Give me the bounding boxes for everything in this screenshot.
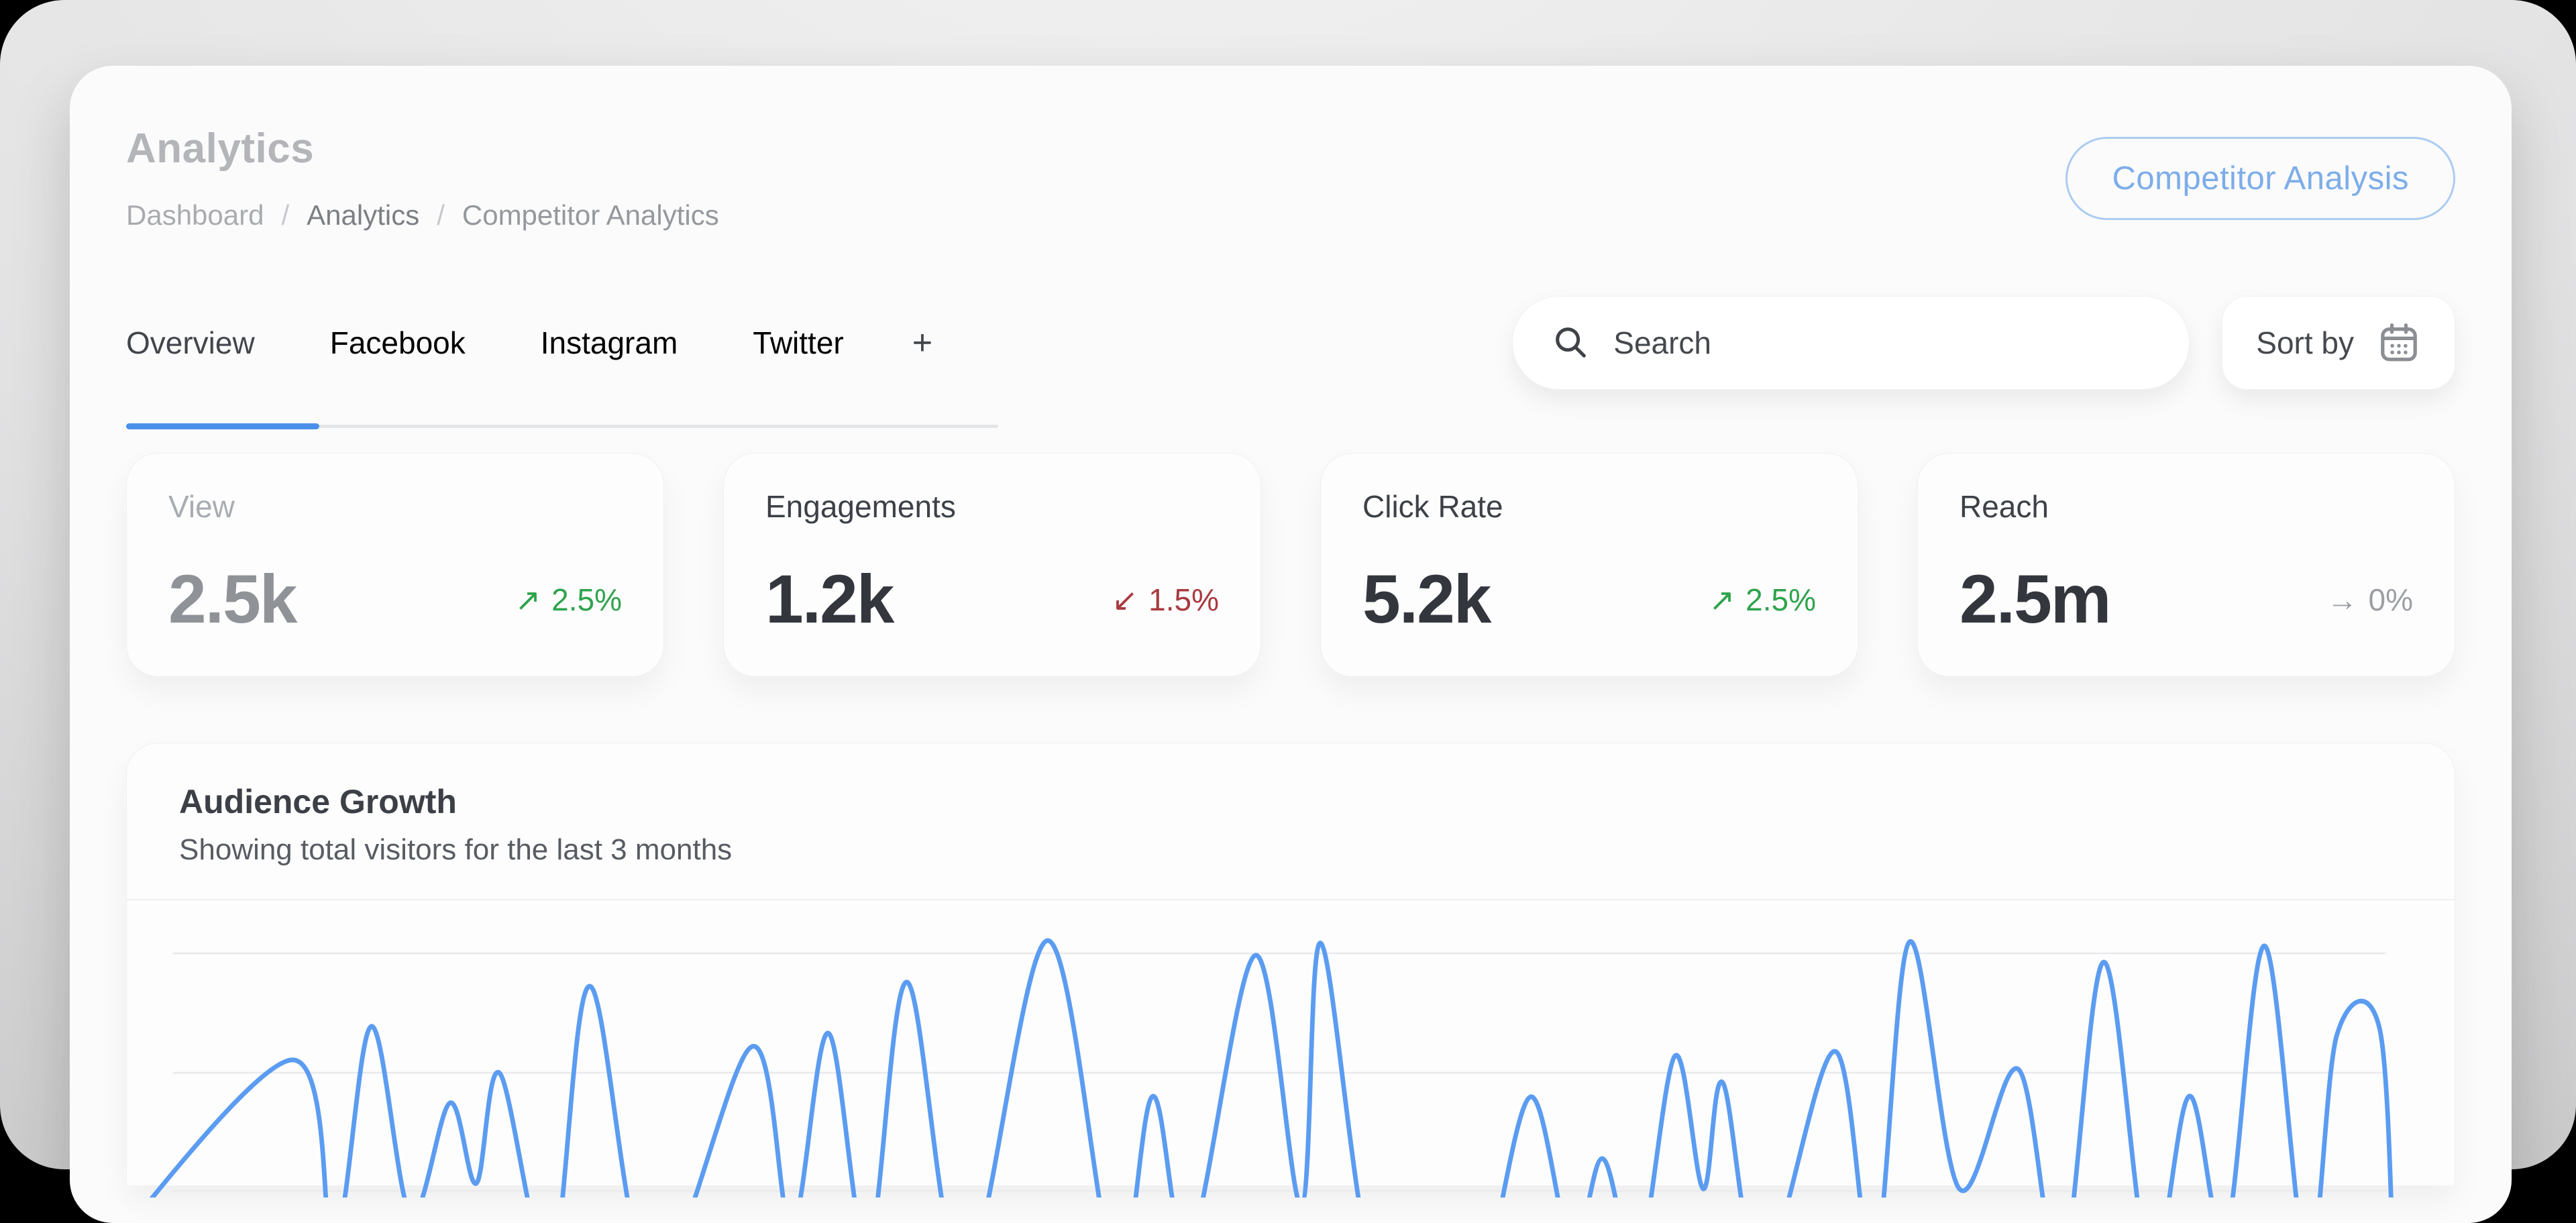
page-title: Analytics xyxy=(126,125,719,172)
breadcrumb-separator: / xyxy=(437,199,445,231)
chart-line xyxy=(127,941,2394,1198)
trend-arrow-flat-icon: → xyxy=(2327,582,2358,618)
competitor-analysis-button[interactable]: Competitor Analysis xyxy=(2065,137,2455,220)
stat-label: View xyxy=(168,488,622,525)
tab-facebook[interactable]: Facebook xyxy=(330,325,466,361)
stat-bottom-row: 5.2k ↗ 2.5% xyxy=(1362,560,1816,639)
stat-bottom-row: 1.2k ↙ 1.5% xyxy=(765,560,1219,639)
desktop-background: Analytics Dashboard / Analytics / Competitor… xyxy=(0,0,2576,1169)
app-content: Analytics Dashboard / Analytics / Competitor… xyxy=(70,66,2512,1223)
breadcrumb-item-competitor-analytics[interactable]: Competitor Analytics xyxy=(462,199,719,231)
trend-arrow-up-icon: ↗ xyxy=(515,582,541,618)
tab-twitter[interactable]: Twitter xyxy=(753,325,843,361)
calendar-icon xyxy=(2377,321,2421,365)
breadcrumb-separator: / xyxy=(281,199,289,231)
stat-value: 1.2k xyxy=(765,560,894,639)
search-icon xyxy=(1552,323,1591,362)
app-window: Analytics Dashboard / Analytics / Competitor… xyxy=(70,66,2512,1223)
stat-bottom-row: 2.5m → 0% xyxy=(1960,560,2413,639)
tab-underline-track xyxy=(126,425,998,428)
stat-delta-value: 1.5% xyxy=(1148,582,1219,618)
page-header: Analytics Dashboard / Analytics / Competitor… xyxy=(126,125,2455,231)
stat-delta-value: 2.5% xyxy=(1746,582,1816,618)
stat-card-reach[interactable]: Reach 2.5m → 0% xyxy=(1917,453,2455,677)
search-input[interactable] xyxy=(1613,325,2150,361)
stat-label: Reach xyxy=(1960,488,2413,525)
stat-card-view[interactable]: View 2.5k ↗ 2.5% xyxy=(126,453,664,677)
stat-delta: → 0% xyxy=(2327,582,2413,618)
stat-delta-value: 2.5% xyxy=(551,582,622,618)
breadcrumb-item-dashboard[interactable]: Dashboard xyxy=(126,199,264,231)
stat-card-engagements[interactable]: Engagements 1.2k ↙ 1.5% xyxy=(723,453,1261,677)
chart-title: Audience Growth xyxy=(179,782,2402,821)
stat-value: 2.5m xyxy=(1960,560,2110,639)
chart-subtitle: Showing total visitors for the last 3 mo… xyxy=(179,833,2402,867)
trend-arrow-up-icon: ↗ xyxy=(1709,582,1735,618)
stat-label: Engagements xyxy=(765,488,1219,525)
controls-row: Overview Facebook Instagram Twitter + Sort b… xyxy=(126,296,2455,390)
stat-delta-value: 0% xyxy=(2369,582,2413,618)
stat-value: 2.5k xyxy=(168,560,297,639)
sort-by-label: Sort by xyxy=(2256,325,2354,361)
search-box[interactable] xyxy=(1512,296,2190,390)
stat-bottom-row: 2.5k ↗ 2.5% xyxy=(168,560,622,639)
breadcrumb: Dashboard / Analytics / Competitor Analytics xyxy=(126,199,719,231)
tab-instagram[interactable]: Instagram xyxy=(541,325,678,361)
stats-row: View 2.5k ↗ 2.5% Engagements 1.2k ↙ 1.5%… xyxy=(126,453,2455,677)
tab-overview[interactable]: Overview xyxy=(126,325,255,361)
stat-delta: ↗ 2.5% xyxy=(1709,582,1816,618)
stat-delta: ↗ 2.5% xyxy=(515,582,622,618)
chart-header: Audience Growth Showing total visitors f… xyxy=(127,743,2455,900)
tab-active-indicator xyxy=(126,423,319,429)
audience-growth-chart xyxy=(127,900,2455,1198)
tab-bar: Overview Facebook Instagram Twitter + xyxy=(126,323,932,363)
breadcrumb-item-analytics[interactable]: Analytics xyxy=(307,199,419,231)
stat-value: 5.2k xyxy=(1362,560,1491,639)
audience-growth-card: Audience Growth Showing total visitors f… xyxy=(126,743,2455,1185)
stat-delta: ↙ 1.5% xyxy=(1112,582,1219,618)
trend-arrow-down-icon: ↙ xyxy=(1112,582,1138,618)
add-tab-button[interactable]: + xyxy=(912,323,932,363)
title-block: Analytics Dashboard / Analytics / Competitor… xyxy=(126,125,719,231)
stat-card-click-rate[interactable]: Click Rate 5.2k ↗ 2.5% xyxy=(1320,453,1858,677)
stat-label: Click Rate xyxy=(1362,488,1816,525)
sort-by-button[interactable]: Sort by xyxy=(2222,296,2455,390)
